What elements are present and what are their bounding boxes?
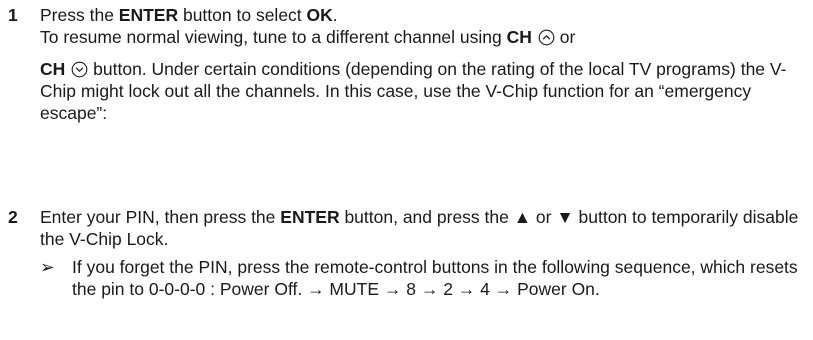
step-2-text: Enter your PIN, then press the ENTER but… [40, 207, 799, 249]
enter-button-label: ENTER [280, 207, 340, 227]
ok-label: OK [306, 5, 333, 25]
chevron-down-circle-icon [71, 61, 88, 78]
ch-label: CH [506, 27, 532, 47]
ch-label: CH [40, 59, 66, 79]
step-1-body: Press the ENTER button to select OK. To … [40, 4, 801, 124]
note: ➢ If you forget the PIN, press the remot… [40, 256, 801, 300]
step-1-line-1: Press the ENTER button to select OK. [40, 5, 338, 25]
step-1-line-3: CH button. Under certain conditions (dep… [40, 59, 787, 123]
step-2-body: Enter your PIN, then press the ENTER but… [40, 206, 801, 250]
chevron-up-circle-icon [538, 29, 555, 46]
note-text: If you forget the PIN, press the remote-… [72, 257, 798, 299]
step-number: 2 [8, 207, 18, 227]
step-1-line-2: To resume normal viewing, tune to a diff… [40, 27, 576, 47]
arrow-icon: ➢ [40, 257, 55, 277]
enter-button-label: ENTER [118, 5, 179, 25]
step-number: 1 [8, 5, 18, 25]
